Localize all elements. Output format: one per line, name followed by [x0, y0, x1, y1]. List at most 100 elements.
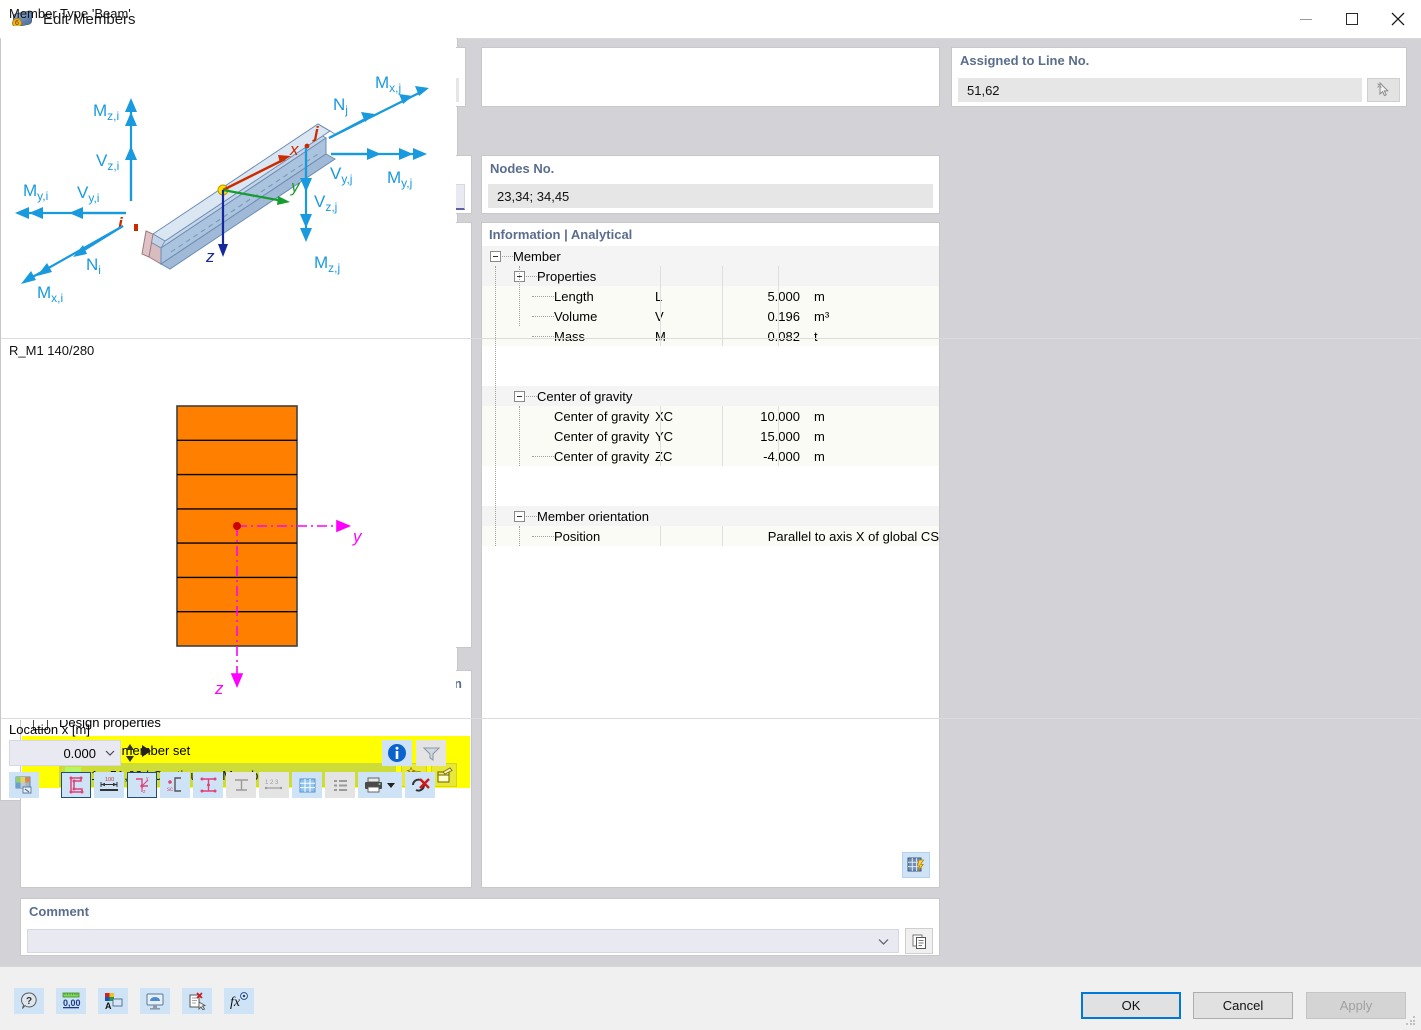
label-Vy-i: Vy,i	[77, 183, 99, 205]
formula-icon[interactable]: fx	[224, 988, 254, 1014]
cancel-button[interactable]: Cancel	[1193, 992, 1293, 1019]
print-icon[interactable]	[358, 772, 402, 798]
location-x-next-button[interactable]	[140, 744, 154, 760]
nodes-no-field[interactable]: 23,34; 34,45	[488, 184, 933, 208]
label-Vz-i: Vz,i	[96, 151, 119, 173]
assigned-line-field[interactable]: 51,62	[958, 78, 1362, 102]
chevron-down-icon[interactable]	[877, 935, 898, 948]
row-label: Volume	[554, 308, 598, 324]
row-label: Mass	[554, 328, 586, 344]
filter-icon[interactable]	[416, 740, 446, 766]
parts-icon	[226, 772, 256, 798]
column-rule	[660, 526, 661, 546]
collapse-icon[interactable]	[514, 390, 525, 402]
table-lightning-icon[interactable]	[902, 852, 930, 878]
tree-row-cog-zc[interactable]: Center of gravity ZC -4.000 m	[482, 446, 939, 466]
row-value: 10.000	[760, 408, 800, 424]
row-unit: m	[814, 288, 825, 304]
axis-y-label: y	[290, 177, 301, 196]
label-N-j: Nj	[333, 95, 348, 117]
label-My-j: My,j	[387, 168, 412, 190]
help-icon[interactable]: ?	[14, 988, 44, 1014]
axis-z-label: z	[205, 247, 215, 266]
tree-guide	[519, 526, 520, 546]
svg-text:A: A	[105, 1001, 112, 1010]
label-Vy-j: Vy,j	[330, 164, 352, 186]
tree-row-cog-xc[interactable]: Center of gravity XC 10.000 m	[482, 406, 939, 426]
assigned-line-label: Assigned to Line No.	[960, 53, 1090, 68]
row-label: Position	[554, 528, 601, 544]
tree-group-properties[interactable]: Properties	[482, 266, 939, 286]
apply-button: Apply	[1306, 992, 1406, 1019]
close-icon[interactable]	[1375, 0, 1421, 39]
section-axis-z-label: z	[214, 679, 224, 698]
maximize-icon[interactable]	[1329, 0, 1375, 39]
comment-group: Comment	[20, 898, 940, 956]
row-symbol: YC	[655, 428, 674, 444]
tree-row-position[interactable]: Position Parallel to axis X of global CS	[482, 526, 939, 546]
tree-group-center-of-gravity[interactable]: Center of gravity	[482, 386, 939, 406]
grid-icon[interactable]	[292, 772, 322, 798]
render-section-icon[interactable]	[9, 772, 39, 798]
svg-text:fx: fx	[230, 995, 241, 1010]
row-unit: m	[814, 428, 825, 444]
column-rule	[722, 406, 723, 466]
collapse-icon[interactable]	[490, 250, 501, 262]
colors-icon[interactable]: A	[98, 988, 128, 1014]
divider	[1, 718, 1420, 719]
location-x-stepper[interactable]	[124, 741, 136, 765]
stress-points-icon[interactable]	[193, 772, 223, 798]
label-My-i: My,i	[23, 181, 48, 203]
cross-section-diagram: y z	[1, 366, 456, 720]
principal-axes-icon[interactable]: y z	[127, 772, 157, 798]
tree-row-mass[interactable]: Mass M 0.082 t	[482, 326, 939, 346]
column-rule	[722, 266, 723, 346]
row-value: -4.000	[763, 448, 800, 464]
axis-x-label: x	[289, 140, 299, 159]
tree-spacer	[482, 366, 939, 386]
information-group: Information | Analytical Member Properti…	[481, 222, 940, 888]
tree-row-cog-yc[interactable]: Center of gravity YC 15.000 m	[482, 426, 939, 446]
row-symbol: M	[655, 329, 717, 344]
location-x-value: 0.000	[63, 745, 96, 761]
collapse-icon[interactable]	[514, 510, 525, 522]
nodes-no-group: Nodes No. 23,34; 34,45	[481, 155, 940, 214]
ok-button[interactable]: OK	[1081, 992, 1181, 1019]
location-x-input[interactable]: 0.000	[9, 740, 121, 766]
pick-cursor-icon[interactable]	[1367, 78, 1400, 102]
dimensions-icon[interactable]: 100	[94, 772, 124, 798]
section-outline-icon[interactable]	[61, 772, 91, 798]
chevron-down-icon[interactable]	[104, 747, 116, 759]
units-decimals-icon[interactable]: 0,00	[56, 988, 86, 1014]
tree-row-volume[interactable]: Volume V 0.196 m³	[482, 306, 939, 326]
shear-center-icon[interactable]: sc	[160, 772, 190, 798]
row-unit: m³	[814, 308, 830, 324]
clear-selection-icon[interactable]	[405, 772, 435, 798]
row-label: Center of gravity	[554, 448, 650, 464]
cut-reference-icon[interactable]	[182, 988, 212, 1014]
comment-label: Comment	[29, 904, 89, 919]
blank-group	[481, 47, 940, 107]
list-icon	[325, 772, 355, 798]
info-icon[interactable]	[382, 740, 412, 766]
bottom-bar: ? 0,00 A fx OK Cancel Apply	[0, 966, 1421, 1030]
column-rule	[660, 406, 661, 466]
minimize-icon[interactable]	[1283, 0, 1329, 39]
row-symbol: L	[655, 288, 663, 304]
column-rule	[722, 526, 723, 546]
row-unit: m	[814, 408, 825, 424]
resize-grip[interactable]	[1406, 1016, 1416, 1026]
information-tree[interactable]: Member Properties Length L 5.000 m Volum…	[482, 246, 939, 887]
tree-row-length[interactable]: Length L 5.000 m	[482, 286, 939, 306]
copy-icon[interactable]	[905, 928, 933, 954]
tree-group-label: Member orientation	[537, 508, 649, 524]
row-value: 5.000	[767, 288, 800, 304]
row-value: 0.082	[767, 328, 800, 344]
tree-group-member-orientation[interactable]: Member orientation	[482, 506, 939, 526]
display-icon[interactable]	[140, 988, 170, 1014]
comment-input[interactable]	[27, 929, 899, 953]
tree-node-member[interactable]: Member	[482, 246, 939, 266]
section-toolbar: 100 y z sc 1 2 3	[9, 772, 438, 798]
tree-group-label: Properties	[537, 268, 597, 284]
tree-group-label: Center of gravity	[537, 388, 633, 404]
